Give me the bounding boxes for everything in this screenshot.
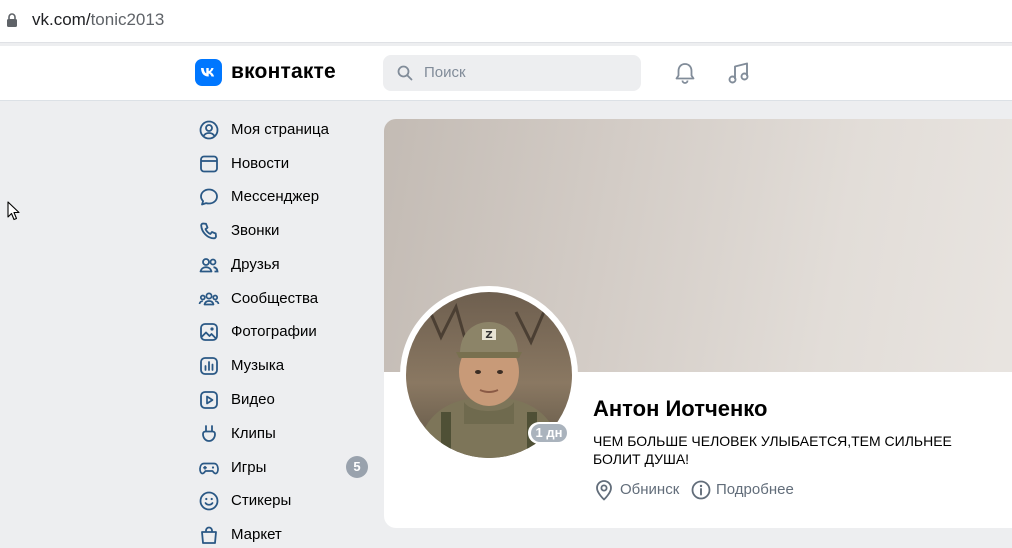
vk-logo-icon[interactable] [195,59,222,86]
mouse-cursor-icon [7,201,20,221]
sidebar-item-video[interactable]: Видео [198,388,373,412]
lock-icon [7,13,17,27]
sidebar-item-label: Стикеры [231,492,292,509]
gamepad-icon [199,462,219,475]
search-icon [397,65,413,81]
sidebar-item-label: Игры [231,459,267,476]
music-icon[interactable] [725,59,753,87]
info-icon [691,480,711,500]
search-placeholder: Поиск [424,64,466,81]
sidebar-item-music[interactable]: Музыка [198,354,373,378]
sidebar-item-label: Звонки [231,222,280,239]
profile-name: Антон Иотченко [593,396,768,421]
sidebar-item-label: Клипы [231,425,276,442]
sidebar-item-messenger[interactable]: Мессенджер [198,185,373,209]
user-circle-icon [199,120,219,140]
sidebar-item-label: Друзья [231,256,280,273]
friends-icon [199,258,219,273]
smile-icon [199,491,219,511]
sidebar-item-news[interactable]: Новости [198,152,373,176]
sidebar-item-label: Видео [231,391,275,408]
bag-icon [201,526,217,544]
url-text[interactable]: vk.com/tonic2013 [32,10,164,30]
sidebar-item-my-page[interactable]: Моя страница [198,118,373,142]
sidebar-item-label: Сообщества [231,290,319,307]
message-icon [200,188,218,206]
sidebar-item-label: Моя страница [231,121,329,138]
communities-icon [198,292,220,306]
profile-status[interactable]: ЧЕМ БОЛЬШЕ ЧЕЛОВЕК УЛЫБАЕТСЯ,ТЕМ СИЛЬНЕЕ… [593,432,973,468]
games-count-badge: 5 [346,456,368,478]
browser-address-bar[interactable]: vk.com/tonic2013 [0,0,1012,43]
search-input[interactable]: Поиск [383,55,641,91]
sidebar-item-calls[interactable]: Звонки [198,219,373,243]
sidebar-item-stickers[interactable]: Стикеры [198,489,373,513]
sidebar-item-market[interactable]: Маркет [198,523,373,547]
photo-icon [200,323,218,341]
news-icon [200,155,218,173]
details-text: Подробнее [716,481,794,498]
sidebar-item-communities[interactable]: Сообщества [198,287,373,311]
clips-icon [202,425,216,442]
vk-logo-text[interactable]: вконтакте [231,60,336,84]
sidebar-item-games[interactable]: Игры 5 [198,456,373,480]
sidebar-item-label: Музыка [231,357,285,374]
url-path: tonic2013 [90,10,165,29]
last-seen-text: 1 дн [531,424,567,442]
video-icon [200,391,218,409]
last-seen-badge: 1 дн [528,422,570,444]
city-text: Обнинск [620,481,680,498]
vk-header: вконтакте Поиск [0,46,1012,101]
sidebar-item-label: Фотографии [231,323,317,340]
phone-icon [200,222,217,240]
url-host: vk.com/ [32,10,91,29]
sidebar-item-label: Мессенджер [231,188,320,205]
location-icon [596,480,612,501]
svg-text:Z: Z [485,330,492,341]
sidebar-item-clips[interactable]: Клипы [198,422,373,446]
sidebar-item-label: Маркет [231,526,282,543]
sidebar-item-photos[interactable]: Фотографии [198,320,373,344]
music-library-icon [200,357,218,375]
sidebar-item-friends[interactable]: Друзья [198,253,373,277]
bell-icon[interactable] [671,59,699,87]
sidebar-item-label: Новости [231,155,290,172]
